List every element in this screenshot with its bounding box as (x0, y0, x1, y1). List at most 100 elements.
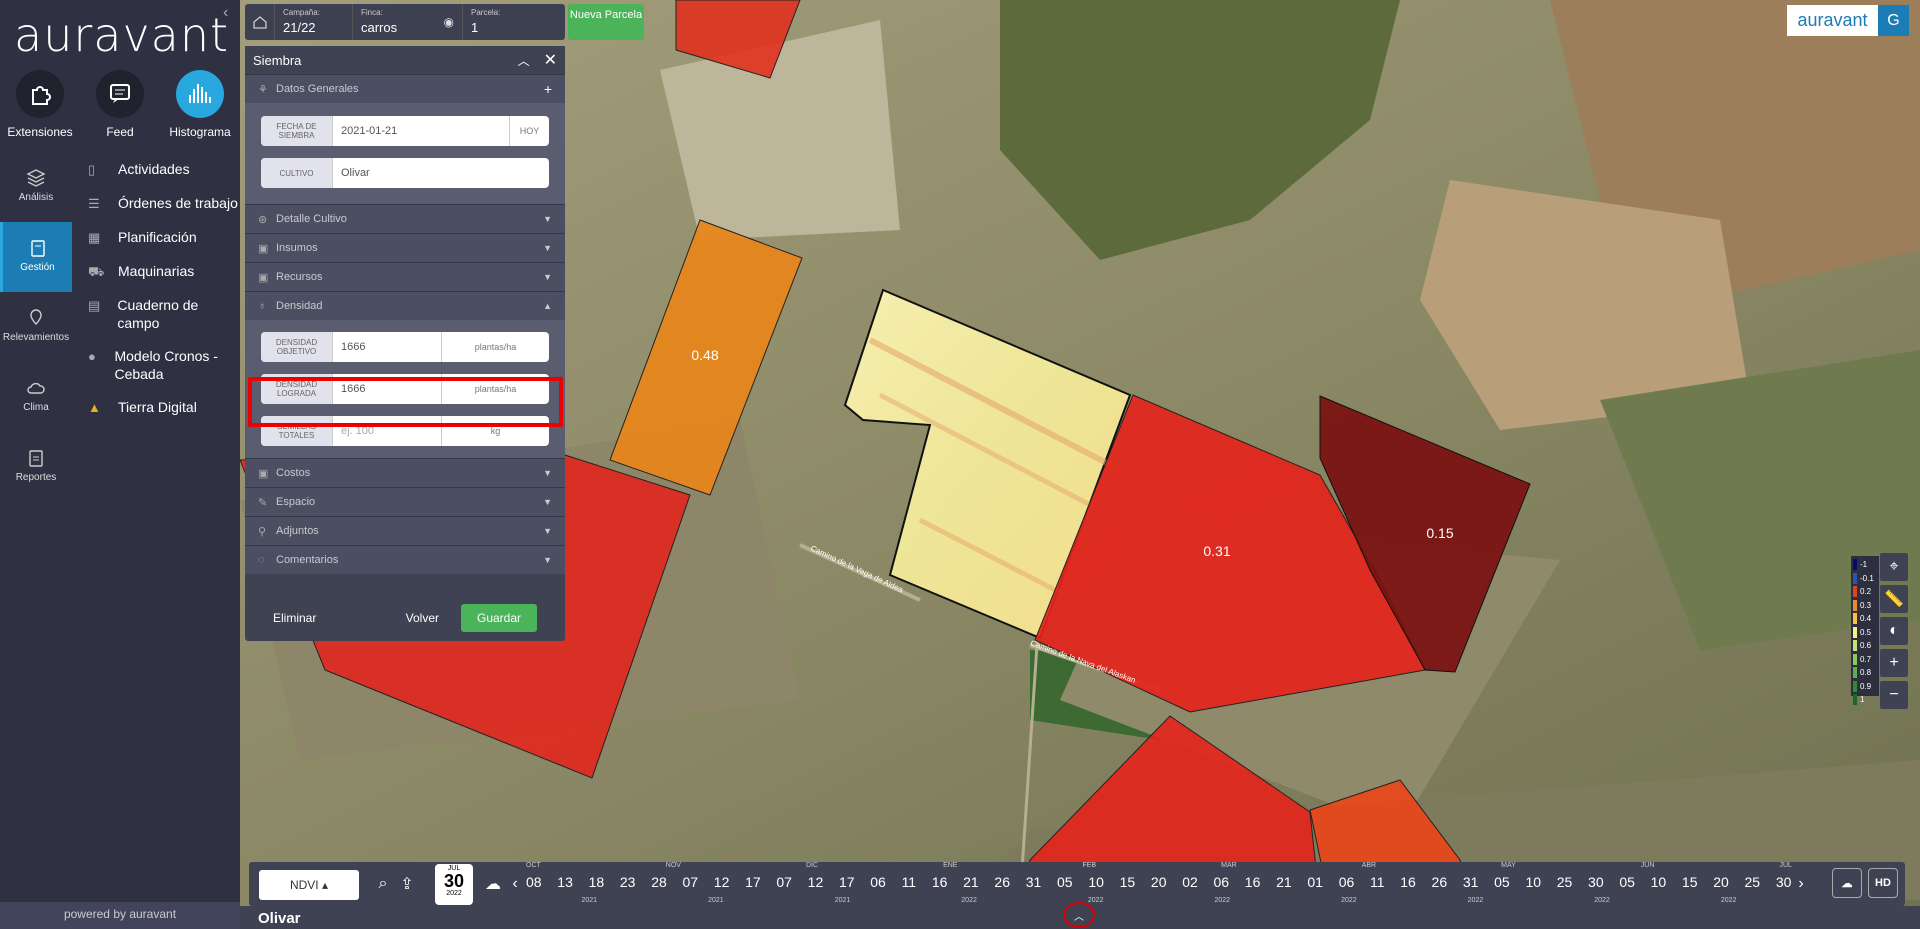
timeline-day[interactable]: 31 (1463, 874, 1479, 894)
timeline-day[interactable]: 20 (1713, 874, 1729, 894)
feed-button[interactable]: Feed (80, 70, 160, 146)
timeline-day[interactable]: 16 (932, 874, 948, 894)
cloud-off-button[interactable]: ☁ (1832, 868, 1862, 898)
timeline-day[interactable]: 25 (1745, 874, 1761, 894)
volver-button[interactable]: Volver (406, 611, 439, 625)
timeline-day[interactable]: 06 (1214, 874, 1230, 894)
section-costos[interactable]: ▣ Costos ▼ (245, 458, 565, 487)
add-icon[interactable]: + (544, 81, 552, 97)
rail-item-gestion[interactable]: Gestión (0, 222, 72, 292)
cloud-filter-icon[interactable]: ☁ (481, 872, 505, 896)
timeline-day[interactable]: 20 (1151, 874, 1167, 894)
timeline-day[interactable]: 15 (1682, 874, 1698, 894)
section-datos-generales[interactable]: ⚘ Datos Generales + (245, 74, 565, 103)
layer-toggle-button[interactable]: ◐ (1880, 617, 1908, 645)
eliminar-button[interactable]: Eliminar (273, 611, 316, 625)
timeline-day[interactable]: 17 (745, 874, 761, 894)
search-icon[interactable]: ⌕ (371, 872, 395, 896)
timeline-day[interactable]: 30 (1588, 874, 1604, 894)
eye-icon[interactable]: ◉ (444, 4, 454, 40)
timeline-day[interactable]: 18 (589, 874, 605, 894)
fecha-siembra-input[interactable]: 2021-01-21 (333, 116, 509, 146)
section-espacio[interactable]: ✎ Espacio ▼ (245, 487, 565, 516)
cultivo-input[interactable]: Olivar (333, 158, 549, 188)
timeline-day[interactable]: 16 (1400, 874, 1416, 894)
menu-item-actividades[interactable]: ▯ Actividades (88, 160, 240, 179)
section-insumos[interactable]: ▣ Insumos ▼ (245, 233, 565, 262)
index-selector[interactable]: NDVI ▴ (259, 870, 359, 900)
timeline-day[interactable]: 07 (776, 874, 792, 894)
section-label: Detalle Cultivo (276, 213, 347, 225)
timeline-day[interactable]: 30 (1776, 874, 1792, 894)
timeline-day[interactable]: 11 (902, 874, 917, 894)
timeline-day[interactable]: 05 (1619, 874, 1635, 894)
measure-button[interactable]: 📏 (1880, 585, 1908, 613)
section-detalle-cultivo[interactable]: ⊛ Detalle Cultivo ▼ (245, 204, 565, 233)
rail-item-analisis[interactable]: Análisis (0, 152, 72, 222)
timeline-day[interactable]: 01 (1307, 874, 1323, 894)
zoom-in-button[interactable]: + (1880, 649, 1908, 677)
timeline-day[interactable]: 26 (994, 874, 1010, 894)
hoy-button[interactable]: HOY (509, 116, 549, 146)
timeline-day[interactable]: 11 (1370, 874, 1385, 894)
timeline-day[interactable]: 10 (1088, 874, 1104, 894)
timeline-day[interactable]: 10 (1651, 874, 1667, 894)
timeline-day[interactable]: 28 (651, 874, 667, 894)
rail-item-reportes[interactable]: Reportes (0, 432, 72, 502)
chevron-up-icon[interactable]: ︿ (518, 52, 530, 69)
hd-button[interactable]: HD (1868, 868, 1898, 898)
timeline-day[interactable]: 21 (1276, 874, 1292, 894)
user-avatar[interactable]: G (1878, 5, 1909, 36)
timeline-day[interactable]: 12 (808, 874, 824, 894)
timeline-day[interactable]: 16 (1245, 874, 1261, 894)
timeline-day[interactable]: 23 (620, 874, 636, 894)
section-comentarios[interactable]: ◌ Comentarios ▼ (245, 545, 565, 574)
zoom-out-button[interactable]: − (1880, 681, 1908, 709)
timeline-day[interactable]: 12 (714, 874, 730, 894)
nueva-parcela-button[interactable]: Nueva Parcela (568, 4, 644, 40)
home-button[interactable] (245, 4, 275, 40)
campana-selector[interactable]: Campaña: 21/22 (275, 4, 353, 40)
timeline-day[interactable]: 25 (1557, 874, 1573, 894)
collapse-sidebar-icon[interactable]: ‹ (223, 4, 228, 22)
expand-drawer-button[interactable]: ︿ (1063, 902, 1095, 928)
close-icon[interactable]: ✕ (544, 50, 557, 70)
extensiones-button[interactable]: Extensiones (0, 70, 80, 146)
brand-badge: auravant G (1787, 5, 1909, 36)
timeline-day[interactable]: 31 (1026, 874, 1042, 894)
current-date[interactable]: JUL 30 2022 (435, 864, 473, 905)
timeline-day[interactable]: 15 (1120, 874, 1136, 894)
timeline-day[interactable]: 10 (1525, 874, 1541, 894)
timeline-day[interactable]: 02 (1182, 874, 1198, 894)
chevron-right-icon[interactable]: › (1795, 872, 1807, 896)
timeline-day[interactable]: 05 (1057, 874, 1073, 894)
timeline-day[interactable]: 05 (1494, 874, 1510, 894)
densidad-objetivo-input[interactable]: 1666 (333, 332, 441, 362)
rail-item-clima[interactable]: Clima (0, 362, 72, 432)
upload-icon[interactable]: ⇪ (395, 872, 419, 896)
menu-item-tierra-digital[interactable]: ▲ Tierra Digital (88, 398, 240, 417)
menu-item-cuaderno[interactable]: ▤ Cuaderno de campo (88, 296, 240, 332)
menu-item-maquinarias[interactable]: ⛟ Maquinarias (88, 262, 240, 281)
timeline-day[interactable]: 26 (1432, 874, 1448, 894)
guardar-button[interactable]: Guardar (461, 604, 537, 632)
section-recursos[interactable]: ▣ Recursos ▼ (245, 262, 565, 291)
rail-item-relevamientos[interactable]: Relevamientos (0, 292, 72, 362)
section-densidad[interactable]: ♁ Densidad ▲ (245, 291, 565, 320)
timeline-day[interactable]: 07 (682, 874, 698, 894)
timeline-day[interactable]: 13 (557, 874, 573, 894)
menu-item-cronos[interactable]: ● Modelo Cronos - Cebada (88, 347, 240, 383)
timeline-day[interactable]: 08 (526, 874, 542, 894)
chevron-left-icon[interactable]: ‹ (509, 872, 521, 896)
histograma-button[interactable]: Histograma (160, 70, 240, 146)
timeline-day[interactable]: 17 (839, 874, 855, 894)
section-adjuntos[interactable]: ⚲ Adjuntos ▼ (245, 516, 565, 545)
timeline-day[interactable]: 06 (1339, 874, 1355, 894)
timeline-day[interactable]: 06 (870, 874, 886, 894)
finca-selector[interactable]: Finca: carros ◉ (353, 4, 463, 40)
timeline-day[interactable]: 21 (963, 874, 979, 894)
parcela-selector[interactable]: Parcela: 1 (463, 4, 563, 40)
menu-item-planificacion[interactable]: ▦ Planificación (88, 228, 240, 247)
menu-item-ordenes[interactable]: ☰ Órdenes de trabajo (88, 194, 240, 213)
location-button[interactable]: ⌖ (1880, 553, 1908, 581)
